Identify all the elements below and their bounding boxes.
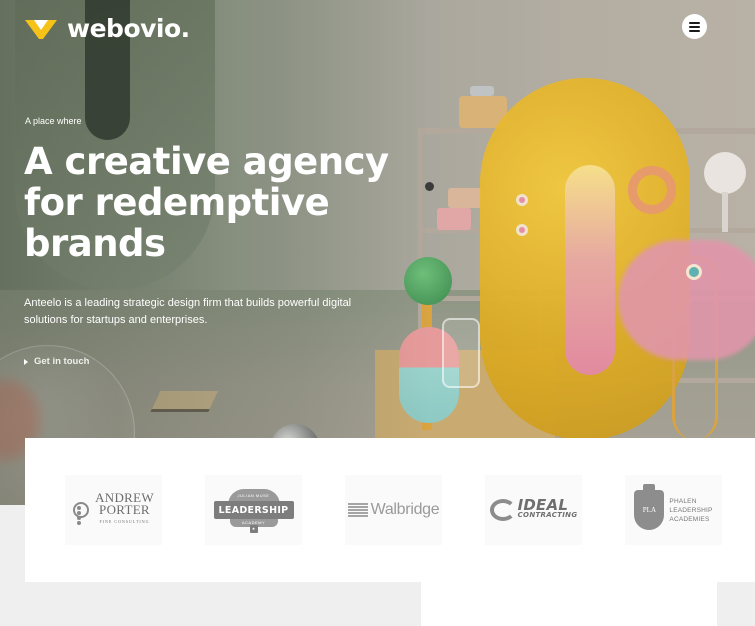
hero-subtext: Anteelo is a leading strategic design fi… xyxy=(24,297,352,326)
client-logo-leadership-academy[interactable]: JULIAN MUSE LEADERSHIP ACADEMY ★ xyxy=(205,475,302,545)
phalen-crest-icon: PLA xyxy=(634,484,665,530)
hero-eyebrow: A place where xyxy=(25,116,82,126)
client-logo-walbridge[interactable]: Walbridge xyxy=(345,475,442,545)
background-jar-lid xyxy=(470,86,494,96)
ideal-swoosh-icon xyxy=(489,499,516,521)
cta-label: Get in touch xyxy=(34,356,90,367)
background-orange-ring xyxy=(628,166,676,214)
client-logos-strip: ANDREW PORTER FINE CONSULTING JULIAN MUS… xyxy=(25,438,755,582)
hero-headline: A creative agency for redemptive brands xyxy=(24,140,389,265)
client-logo-ideal-contracting[interactable]: IDEAL CONTRACTING xyxy=(485,475,582,545)
hamburger-menu-icon xyxy=(689,21,700,24)
background-glass xyxy=(442,318,480,388)
background-pink-pin xyxy=(516,224,528,236)
client-logo-andrew-porter[interactable]: ANDREW PORTER FINE CONSULTING xyxy=(65,475,162,545)
background-small-box xyxy=(448,188,482,208)
background-lamp xyxy=(704,152,746,194)
background-pink-blob xyxy=(618,240,755,360)
w-chevron-icon xyxy=(25,18,57,40)
client-logo-phalen-leadership[interactable]: PLA PHALEN LEADERSHIP ACADEMIES xyxy=(625,475,722,545)
background-small-box xyxy=(437,208,471,230)
andrew-porter-emblem-icon xyxy=(73,502,90,525)
brand-name: webovio. xyxy=(67,14,190,43)
leadership-academy-badge-icon: JULIAN MUSE LEADERSHIP ACADEMY ★ xyxy=(213,487,294,533)
background-pill-window xyxy=(565,165,615,375)
background-teal-dot xyxy=(686,264,702,280)
get-in-touch-link[interactable]: Get in touch xyxy=(24,356,89,367)
walbridge-lines-icon xyxy=(347,503,368,517)
page: webovio. A place where A creative agency… xyxy=(0,0,755,626)
brand-logo[interactable]: webovio. xyxy=(25,14,190,43)
background-pink-pin xyxy=(516,194,528,206)
background-lamp-stem xyxy=(722,192,728,232)
hamburger-menu-button[interactable] xyxy=(682,14,707,39)
triangle-arrow-icon xyxy=(24,358,28,365)
